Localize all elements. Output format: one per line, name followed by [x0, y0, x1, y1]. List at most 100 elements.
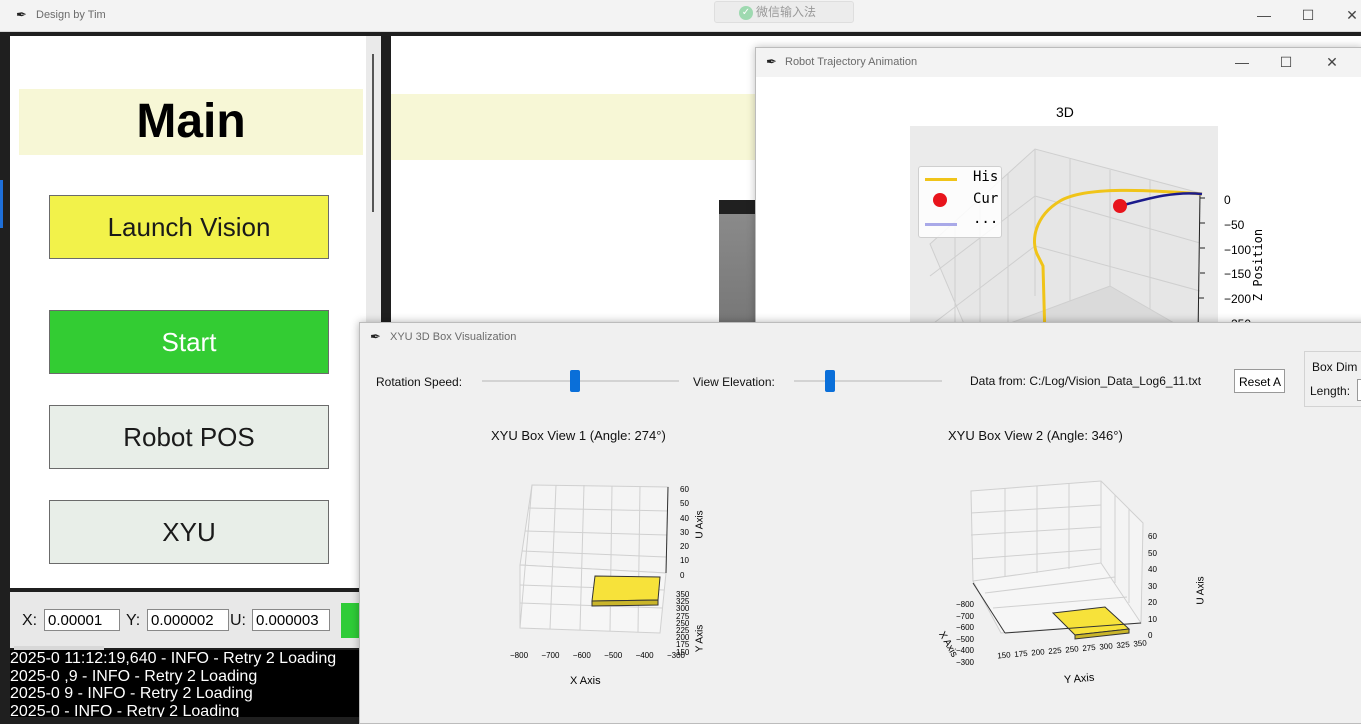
tick-label: −800 [955, 600, 974, 609]
box-dimension-label: Box Dim [1312, 360, 1358, 374]
length-label: Length: [1310, 384, 1351, 398]
rotation-speed-label: Rotation Speed: [376, 375, 463, 389]
legend-current-label: Cur [973, 191, 999, 207]
ime-indicator[interactable]: ✓ 微信输入法 [714, 1, 854, 23]
tick-label: 40 [680, 513, 689, 523]
tick-label: 40 [1148, 565, 1157, 574]
view1-x-ticks: −800 −700 −600 −500 −400 −300 [510, 651, 685, 660]
tick-label: 350 [1132, 638, 1148, 649]
tick-label: 225 [1047, 645, 1063, 657]
log-line: 2025-0 - INFO - Retry 2 Loading [10, 702, 240, 718]
main-window-title: Design by Tim [36, 9, 106, 21]
length-input[interactable] [1357, 379, 1361, 401]
tick-label: 10 [1148, 614, 1157, 624]
feather-icon: ✒ [766, 54, 777, 69]
tick-label: 10 [680, 556, 689, 566]
ime-icon: ✓ [739, 5, 753, 20]
view2-plot [970, 480, 1144, 640]
legend-dashed-swatch [925, 223, 957, 226]
view1-plot [519, 484, 669, 634]
tick-label: 50 [680, 499, 689, 509]
legend-history-swatch [925, 178, 957, 181]
rotation-speed-thumb[interactable] [569, 370, 580, 392]
coordinate-bar: X: Y: U: [10, 592, 360, 648]
z-tick-label: −100 [1224, 242, 1252, 257]
minimize-button[interactable]: — [1220, 51, 1264, 73]
y-input[interactable] [147, 609, 229, 631]
tick-label: 325 [1115, 639, 1131, 651]
rotation-speed-slider[interactable] [482, 370, 679, 392]
trajectory-window: ✒ Robot Trajectory Animation — ☐ ✕ 3D Hi… [755, 47, 1361, 339]
maximize-button[interactable]: ☐ [1286, 4, 1330, 26]
view1-title: XYU Box View 1 (Angle: 274°) [491, 428, 666, 443]
camera-preview [719, 200, 759, 325]
close-button[interactable]: ✕ [1330, 4, 1361, 26]
z-axis-label: Z Position [1251, 228, 1265, 302]
y-label: Y: [126, 612, 141, 629]
view2-title: XYU Box View 2 (Angle: 346°) [948, 428, 1123, 443]
view2-u-label: U Axis [1195, 576, 1207, 605]
tick-label: −800 [510, 651, 529, 660]
send-button[interactable] [341, 603, 360, 638]
main-title-bar: ✒ Design by Tim ✓ 微信输入法 — ☐ ✕ [0, 0, 1361, 32]
start-button[interactable]: Start [49, 310, 329, 374]
z-tick-labels: 0 −50 −100 −150 −200 −250 [1224, 188, 1251, 337]
robot-pos-button[interactable]: Robot POS [49, 405, 329, 469]
taskbar-accent [0, 180, 3, 228]
current-position-marker [1113, 199, 1127, 213]
scrollbar-thumb[interactable] [372, 54, 374, 212]
x-input[interactable] [44, 609, 120, 631]
ime-label: 微信输入法 [756, 5, 817, 19]
minimize-button[interactable]: — [1242, 4, 1286, 26]
legend-dashed-label: ... [973, 211, 999, 227]
tick-label: 60 [680, 485, 689, 494]
log-line: 2025-0 ,9 - INFO - Retry 2 Loading [10, 667, 258, 685]
tick-label: 0 [1148, 631, 1153, 640]
trajectory-plot: His Cur ... [910, 126, 1218, 339]
close-button[interactable]: ✕ [1310, 51, 1354, 73]
maximize-button[interactable]: ☐ [1264, 51, 1308, 73]
legend: His Cur ... [918, 166, 1002, 238]
u-label: U: [230, 612, 246, 629]
z-tick-label: 0 [1224, 193, 1231, 207]
tick-label: 20 [680, 542, 689, 552]
feather-icon: ✒ [370, 329, 381, 344]
tick-label: −600 [572, 651, 591, 660]
view1-pane-back [519, 484, 669, 574]
legend-current-swatch [933, 193, 947, 207]
data-source-label: Data from: C:/Log/Vision_Data_Log6_11.tx… [970, 374, 1202, 388]
tick-label: 300 [1098, 641, 1114, 652]
z-tick-label: −150 [1224, 267, 1252, 282]
tick-label: 50 [1148, 548, 1157, 558]
tick-label: −400 [635, 651, 654, 660]
u-input[interactable] [252, 609, 330, 631]
view1-u-label: U Axis [694, 510, 706, 539]
tick-label: −500 [604, 651, 623, 660]
tick-label: 175 [1013, 648, 1028, 660]
view1-y-label: Y Axis [694, 624, 706, 653]
tick-label: 275 [1081, 642, 1097, 654]
view2-y-label: Y Axis [1063, 671, 1095, 687]
view1-box-side [591, 599, 659, 607]
feather-icon: ✒ [16, 7, 27, 22]
tick-label: −300 [666, 651, 685, 660]
legend-history-label: His [973, 169, 999, 185]
view1-x-label: X Axis [570, 675, 601, 687]
tick-label: 0 [680, 570, 685, 580]
log-line: 2025-0 9 - INFO - Retry 2 Loading [10, 685, 253, 702]
tick-label: 30 [680, 527, 689, 537]
reset-button[interactable]: Reset A [1234, 369, 1285, 393]
xyu-window: ✒ XYU 3D Box Visualization Rotation Spee… [359, 322, 1361, 724]
view1-u-ticks: 60 50 40 30 20 10 0 [680, 483, 689, 583]
tick-label: 250 [1064, 644, 1080, 655]
xyu-title-bar: ✒ XYU 3D Box Visualization [360, 323, 1361, 352]
view1-box-top [591, 575, 661, 602]
z-tick-label: −200 [1224, 292, 1252, 307]
xyu-button[interactable]: XYU [49, 500, 329, 564]
tick-label: 200 [1030, 647, 1046, 658]
view-elevation-slider[interactable] [794, 370, 942, 392]
tick-label: 150 [996, 650, 1011, 661]
view-elevation-thumb[interactable] [824, 370, 835, 392]
tick-label: 20 [1148, 598, 1157, 607]
launch-vision-button[interactable]: Launch Vision [49, 195, 329, 259]
